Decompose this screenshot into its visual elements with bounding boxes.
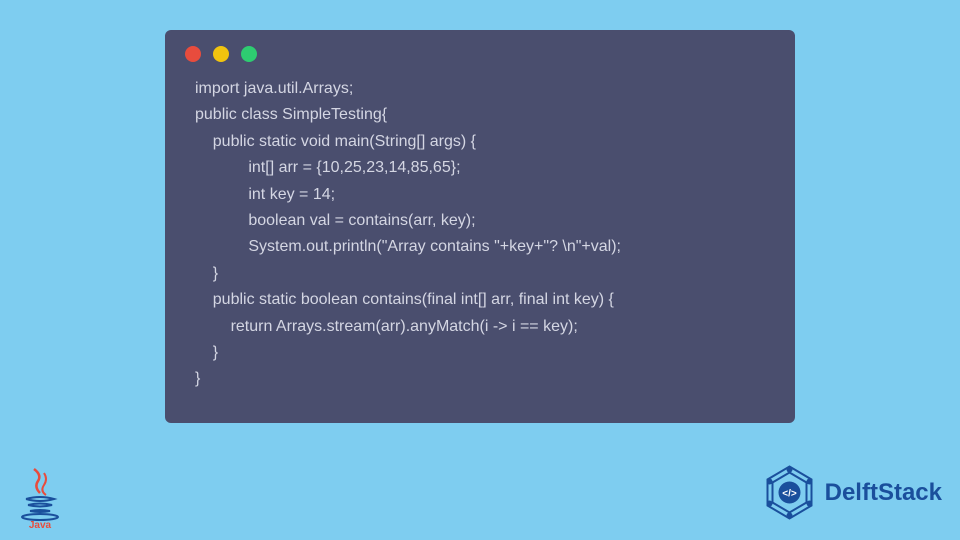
code-line: System.out.println("Array contains "+key… (195, 238, 621, 255)
code-line: import java.util.Arrays; (195, 80, 353, 97)
code-line: public static void main(String[] args) { (195, 133, 476, 150)
svg-text:</>: </> (782, 489, 797, 500)
code-line: public static boolean contains(final int… (195, 291, 614, 308)
svg-text:Java: Java (29, 520, 52, 530)
java-logo: Java (18, 465, 63, 530)
window-controls (165, 30, 795, 70)
close-dot[interactable] (185, 46, 201, 62)
java-icon: Java (18, 465, 63, 530)
delftstack-logo: </> DelftStack (762, 465, 942, 520)
minimize-dot[interactable] (213, 46, 229, 62)
code-line: int key = 14; (195, 186, 335, 203)
code-line: } (195, 265, 218, 282)
code-body: import java.util.Arrays; public class Si… (165, 70, 795, 403)
code-line: public class SimpleTesting{ (195, 106, 387, 123)
maximize-dot[interactable] (241, 46, 257, 62)
code-line: int[] arr = {10,25,23,14,85,65}; (195, 159, 461, 176)
code-line: boolean val = contains(arr, key); (195, 212, 476, 229)
code-window: import java.util.Arrays; public class Si… (165, 30, 795, 423)
delftstack-label: DelftStack (825, 479, 942, 507)
delftstack-badge-icon: </> (762, 465, 817, 520)
code-line: } (195, 344, 218, 361)
code-line: } (195, 370, 200, 387)
code-line: return Arrays.stream(arr).anyMatch(i -> … (195, 318, 578, 335)
